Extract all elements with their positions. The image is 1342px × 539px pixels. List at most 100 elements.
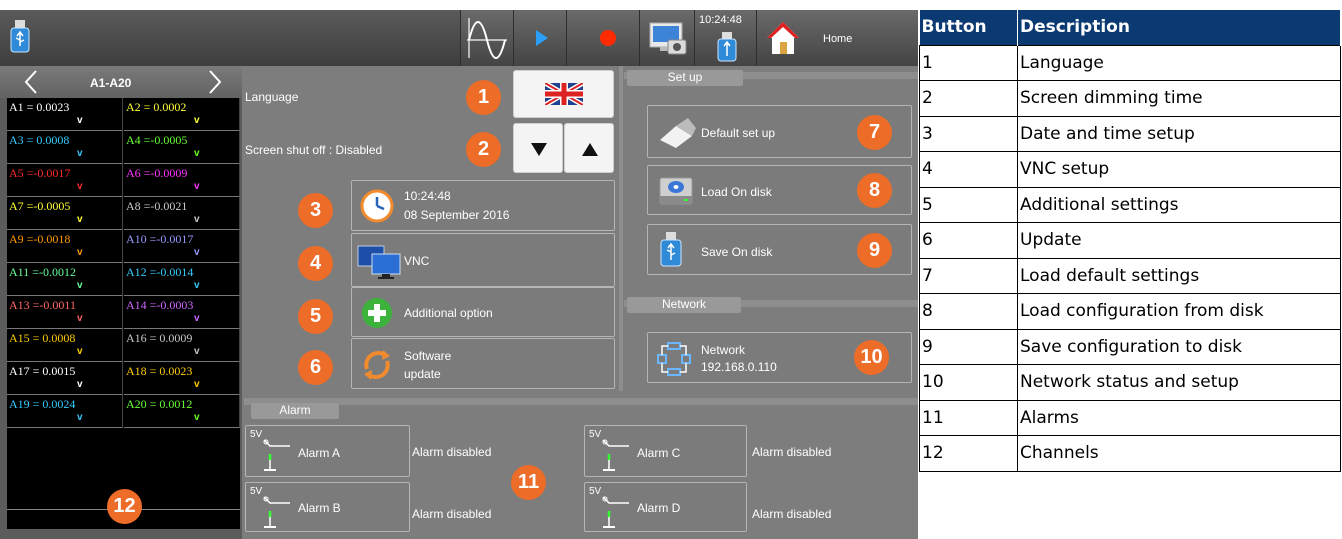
dim-decrease-button[interactable]: [513, 123, 563, 173]
additional-option-label: Additional option: [404, 306, 493, 320]
network-tab: Network: [627, 297, 741, 313]
table-cell-description: Channels: [1017, 435, 1341, 472]
home-button[interactable]: Home: [756, 10, 918, 66]
badge-3: 3: [298, 193, 333, 228]
alarm-a-status: Alarm disabled: [412, 445, 492, 459]
table-cell-description: VNC setup: [1017, 151, 1341, 188]
channel-value: A5 =-0.0017: [9, 166, 71, 180]
table-cell-description: Screen dimming time: [1017, 80, 1341, 117]
usb-icon: [660, 232, 682, 267]
channel-value: A4 =-0.0005: [126, 133, 188, 147]
column-header-button: Button: [919, 10, 1018, 45]
save-on-disk-label: Save On disk: [701, 245, 773, 259]
channel-cell[interactable]: A2 = 0.0002 v: [124, 98, 240, 131]
channel-unit: v: [77, 214, 83, 225]
table-cell-button: 4: [919, 151, 1018, 188]
table-cell-button: 5: [919, 186, 1018, 223]
usb-icon[interactable]: [10, 20, 30, 54]
channel-cell[interactable]: A3 = 0.0008 v: [7, 131, 123, 164]
table-row: 10 Network status and setup: [919, 364, 1341, 401]
top-bar: 10:24:48 Home: [0, 10, 918, 66]
alarm-c-button[interactable]: 5V Alarm C: [584, 425, 747, 477]
network-button[interactable]: Network 192.168.0.110 10: [647, 332, 912, 383]
button-description-table: Button Description 1 Language 2 Screen dimm…: [919, 10, 1341, 472]
table-cell-button: 9: [919, 328, 1018, 365]
default-setup-button[interactable]: Default set up 7: [647, 105, 912, 158]
table-row: 12 Channels: [919, 435, 1341, 472]
chevron-left-icon[interactable]: [22, 68, 42, 96]
alarm-a-label: Alarm A: [298, 446, 341, 460]
table-row: 3 Date and time setup: [919, 115, 1341, 152]
channel-cell[interactable]: A6 =-0.0009 v: [124, 164, 240, 197]
network-label: Network: [701, 343, 746, 357]
table-row: 6 Update: [919, 222, 1341, 259]
relay-icon: [602, 496, 629, 528]
channel-cell[interactable]: A19 = 0.0024 v: [7, 395, 123, 428]
record-button[interactable]: [566, 10, 639, 66]
network-ip: 192.168.0.110: [701, 360, 777, 374]
channel-cell[interactable]: A14 =-0.0003 v: [124, 296, 240, 329]
uk-flag-icon: [545, 83, 583, 105]
channel-cell[interactable]: A1 = 0.0023 v: [7, 98, 123, 131]
update-label: update: [404, 367, 441, 381]
relay-icon: [263, 439, 290, 471]
table-cell-button: 6: [919, 222, 1018, 259]
screenshot-button[interactable]: [639, 10, 694, 66]
date-time-button[interactable]: 10:24:48 08 September 2016: [351, 180, 615, 231]
relay-icon: [263, 496, 290, 528]
channel-cell[interactable]: A9 =-0.0018 v: [7, 230, 123, 263]
vnc-button[interactable]: VNC: [351, 233, 615, 287]
channel-cell[interactable]: A7 =-0.0005 v: [7, 197, 123, 230]
channel-cell[interactable]: A13 =-0.0011 v: [7, 296, 123, 329]
usb-status-button[interactable]: 10:24:48: [694, 10, 756, 66]
channel-cell[interactable]: A8 =-0.0021 v: [124, 197, 240, 230]
channel-unit: v: [77, 313, 83, 324]
table-cell-description: Load configuration from disk: [1017, 293, 1341, 330]
table-row: 2 Screen dimming time: [919, 80, 1341, 117]
default-setup-label: Default set up: [701, 126, 776, 140]
channel-cell[interactable]: A15 = 0.0008 v: [7, 329, 123, 362]
channel-unit: v: [194, 379, 200, 390]
play-button[interactable]: [513, 10, 566, 66]
table-row: 8 Load configuration from disk: [919, 293, 1341, 330]
channel-cell[interactable]: A18 = 0.0023 v: [124, 362, 240, 395]
channel-unit: v: [77, 379, 83, 390]
relay-icon: [602, 439, 629, 471]
chevron-right-icon[interactable]: [204, 68, 224, 96]
alarm-d-button[interactable]: 5V Alarm D: [584, 482, 747, 532]
load-on-disk-button[interactable]: Load On disk 8: [647, 165, 912, 215]
channel-cell[interactable]: A12 =-0.0014 v: [124, 263, 240, 296]
channel-cell[interactable]: A4 =-0.0005 v: [124, 131, 240, 164]
arrow-up-icon: [582, 143, 598, 156]
channel-cell[interactable]: A16 = 0.0009 v: [124, 329, 240, 362]
waveform-button[interactable]: [460, 10, 513, 66]
table-row: 7 Load default settings: [919, 257, 1341, 294]
save-on-disk-button[interactable]: Save On disk 9: [647, 224, 912, 275]
monitor-icon: [357, 245, 401, 279]
channel-grid: A1 = 0.0023 v A2 = 0.0002 v A3 = 0.0008 v A4 =…: [7, 98, 240, 484]
channel-cell[interactable]: A20 = 0.0012 v: [124, 395, 240, 428]
channel-cell[interactable]: A11 =-0.0012 v: [7, 263, 123, 296]
alarm-b-button[interactable]: 5V Alarm B: [245, 482, 410, 532]
channel-cell[interactable]: A17 = 0.0015 v: [7, 362, 123, 395]
channel-value: A9 =-0.0018: [9, 232, 71, 246]
dim-increase-button[interactable]: [564, 123, 614, 173]
alarm-a-button[interactable]: 5V Alarm A: [245, 425, 410, 477]
load-on-disk-label: Load On disk: [701, 185, 772, 199]
channel-cell[interactable]: A5 =-0.0017 v: [7, 164, 123, 197]
table-cell-description: Load default settings: [1017, 257, 1341, 294]
channel-unit: v: [77, 148, 83, 159]
language-button[interactable]: [513, 70, 614, 118]
software-update-button[interactable]: Software update: [351, 338, 615, 389]
channel-cell[interactable]: A10 =-0.0017 v: [124, 230, 240, 263]
channel-value: A17 = 0.0015: [9, 364, 76, 378]
channel-value: A12 =-0.0014: [126, 265, 194, 279]
table-cell-button: 10: [919, 364, 1018, 401]
vnc-label: VNC: [404, 254, 430, 268]
screen-shutoff-label: Screen shut off : Disabled: [245, 143, 383, 157]
setup-tab: Set up: [627, 70, 743, 86]
table-cell-description: Alarms: [1017, 399, 1341, 436]
additional-option-button[interactable]: Additional option: [351, 287, 615, 337]
channel-value: A20 = 0.0012: [126, 397, 193, 411]
channel-unit: v: [77, 181, 83, 192]
